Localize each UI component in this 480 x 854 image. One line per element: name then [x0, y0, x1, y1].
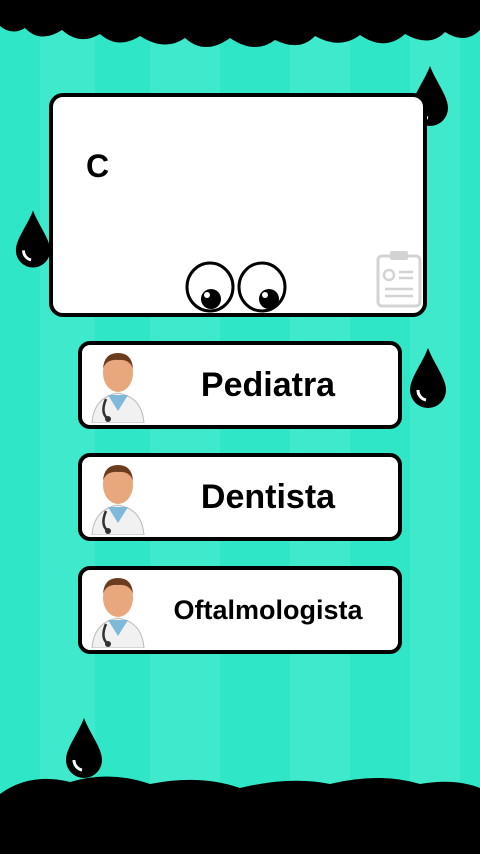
- question-card: C: [49, 93, 427, 317]
- option-label: Oftalmologista: [173, 594, 363, 625]
- clipboard-icon: [376, 251, 422, 308]
- top-cloud-border: [0, 0, 480, 48]
- question-text: C: [86, 148, 110, 184]
- bottom-ground: [0, 776, 480, 854]
- option-label: Pediatra: [200, 365, 336, 404]
- option-button-pediatra[interactable]: Pediatra: [78, 341, 402, 429]
- option-button-oftalmologista[interactable]: Oftalmologista: [78, 566, 402, 654]
- doctor-icon: [91, 578, 145, 648]
- drop-icon: [15, 210, 51, 268]
- option-button-dentista[interactable]: Dentista: [78, 453, 402, 541]
- drop-icon: [410, 348, 446, 408]
- option-label: Dentista: [200, 477, 336, 516]
- doctor-icon: [91, 353, 145, 423]
- doctor-icon: [91, 465, 145, 535]
- eyes-icon: [185, 261, 287, 313]
